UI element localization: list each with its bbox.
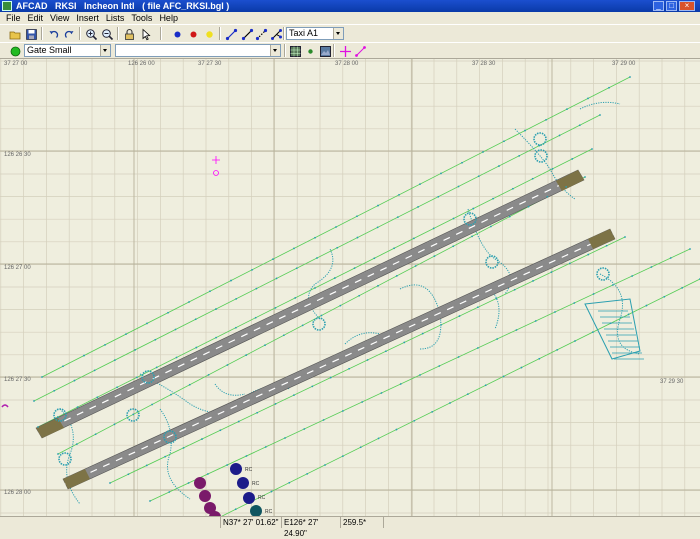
undo-icon[interactable] (46, 27, 59, 40)
coord-label-right: 37 29 30 (660, 379, 684, 385)
center-icon[interactable] (303, 44, 316, 57)
parking-spot[interactable] (199, 490, 211, 502)
parking-spot[interactable]: RC (230, 463, 253, 475)
runways[interactable] (35, 169, 616, 490)
parking-type-select[interactable]: Gate Small (24, 44, 111, 57)
chevron-down-icon[interactable] (100, 45, 110, 56)
window-title: AFCAD RKSI Incheon Intl ( file AFC_RKSI.… (16, 1, 230, 11)
menu-view[interactable]: View (50, 12, 69, 24)
coord-label-top: 126 26 00 (128, 61, 155, 67)
crosshair-icon[interactable] (338, 44, 351, 57)
status-longitude: E126* 27' 24.90" (281, 517, 340, 538)
coord-label-top: 37 28 30 (472, 61, 496, 67)
svg-text:RC: RC (258, 495, 266, 501)
redo-icon[interactable] (62, 27, 75, 40)
zoom-in-icon[interactable] (84, 27, 98, 41)
red-node-icon[interactable] (186, 27, 199, 40)
minimize-button[interactable]: _ (653, 1, 664, 11)
secondary-select[interactable] (115, 44, 281, 57)
main-toolbar: Taxi A1 (0, 24, 700, 42)
link-dotted-icon[interactable] (254, 27, 268, 41)
parking-spot[interactable] (194, 477, 206, 489)
select-arrow-icon[interactable] (138, 27, 154, 41)
airport-map[interactable]: 37 27 00 126 26 00 37 27 30 37 28 00 37 … (0, 59, 700, 516)
measure-icon[interactable] (353, 44, 366, 57)
coordinate-labels: 37 27 00 126 26 00 37 27 30 37 28 00 37 … (4, 61, 684, 496)
blue-node-icon[interactable] (170, 27, 183, 40)
open-icon[interactable] (8, 27, 21, 40)
runway-south[interactable] (62, 228, 616, 490)
status-heading: 259.5* (340, 517, 383, 528)
edge-marker (1, 404, 9, 408)
grid-icon[interactable] (288, 44, 301, 57)
background-icon[interactable] (318, 44, 331, 57)
taxi-type-select[interactable]: Taxi A1 (286, 27, 344, 40)
parking-spot[interactable]: RC (237, 477, 260, 489)
menu-help[interactable]: Help (159, 12, 178, 24)
menu-insert[interactable]: Insert (76, 12, 99, 24)
coord-label-top: 37 27 00 (4, 61, 28, 67)
runway-north[interactable] (35, 169, 585, 439)
coord-label-left: 126 26 30 (4, 152, 31, 158)
svg-text:RC: RC (252, 481, 260, 487)
parking-type-value: Gate Small (27, 45, 72, 55)
save-icon[interactable] (24, 27, 37, 40)
parking-spot[interactable]: RC (250, 505, 273, 516)
title-bar: AFCAD RKSI Incheon Intl ( file AFC_RKSI.… (0, 0, 700, 12)
menu-lists[interactable]: Lists (106, 12, 125, 24)
status-bar: N37* 27' 01.62" E126* 27' 24.90" 259.5* (0, 516, 700, 538)
menu-tools[interactable]: Tools (131, 12, 152, 24)
tower-marker[interactable] (212, 156, 220, 176)
menu-edit[interactable]: Edit (28, 12, 44, 24)
chevron-down-icon[interactable] (270, 45, 280, 56)
coord-label-top: 37 28 00 (335, 61, 359, 67)
status-latitude: N37* 27' 01.62" (220, 517, 281, 528)
coord-label-top: 37 27 30 (198, 61, 222, 67)
coord-label-left: 126 27 30 (4, 377, 31, 383)
yellow-node-icon[interactable] (202, 27, 215, 40)
svg-text:RC: RC (265, 509, 273, 515)
close-button[interactable]: × (679, 1, 695, 11)
link-blue-icon[interactable] (240, 27, 254, 41)
link-split-icon[interactable] (269, 27, 282, 40)
maximize-button[interactable]: □ (666, 1, 677, 11)
coord-label-left: 126 27 00 (4, 265, 31, 271)
parking-toolbar: Gate Small (0, 42, 700, 59)
chevron-down-icon[interactable] (333, 28, 343, 39)
menu-file[interactable]: File (6, 12, 21, 24)
svg-text:RC: RC (245, 467, 253, 473)
status-message (0, 517, 220, 528)
app-icon (2, 1, 12, 11)
parking-spot[interactable]: RC (243, 492, 266, 504)
zoom-out-icon[interactable] (100, 27, 114, 41)
coord-label-top: 37 29 00 (612, 61, 636, 67)
taxi-type-value: Taxi A1 (289, 28, 319, 38)
coord-label-left: 126 28 00 (4, 490, 31, 496)
lock-icon[interactable] (122, 27, 135, 40)
menu-bar: File Edit View Insert Lists Tools Help (0, 12, 700, 24)
map-canvas[interactable]: 37 27 00 126 26 00 37 27 30 37 28 00 37 … (0, 59, 700, 516)
status-extra (383, 517, 700, 528)
link-icon[interactable] (224, 27, 238, 41)
status-light-icon (8, 44, 21, 57)
